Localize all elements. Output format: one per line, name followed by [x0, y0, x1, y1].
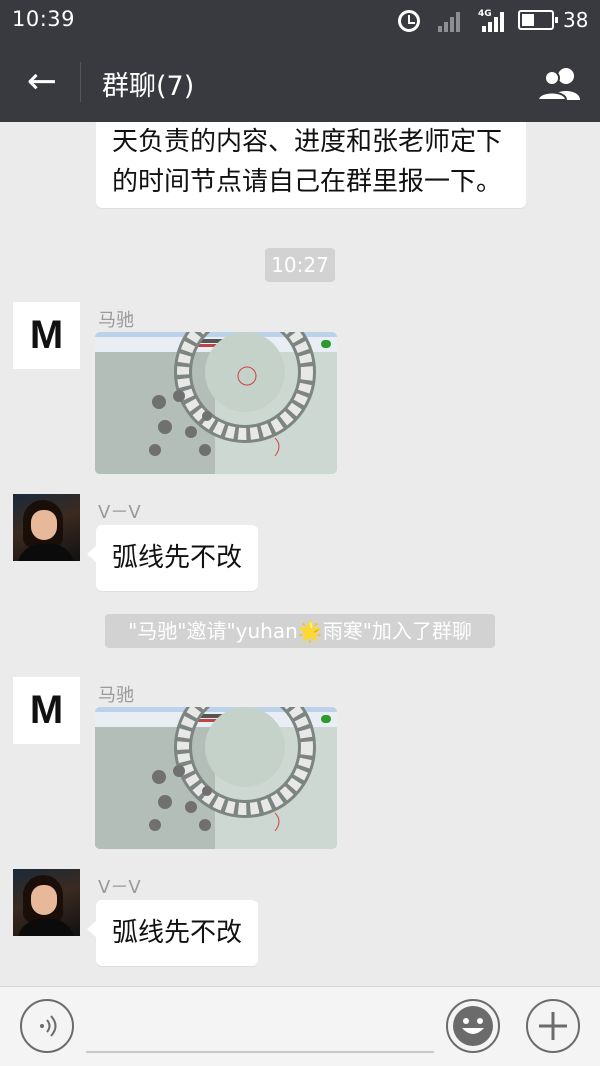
status-time: 10:39: [12, 7, 76, 31]
signal-sim1-icon: [438, 10, 464, 32]
avatar[interactable]: M: [13, 302, 80, 369]
sender-name: 马驰: [98, 685, 134, 706]
message-bubble[interactable]: 弧线先不改: [87, 900, 258, 966]
message-input[interactable]: [86, 1051, 434, 1053]
message-list[interactable]: 天负责的内容、进度和张老师定下的时间节点请自己在群里报一下。 10:27 M 马…: [0, 122, 600, 986]
signal-sim2-icon: [482, 10, 508, 32]
message-text: 弧线先不改: [112, 918, 243, 948]
emoji-icon[interactable]: [446, 999, 500, 1053]
image-message[interactable]: [95, 332, 337, 474]
message-bubble[interactable]: 弧线先不改: [87, 525, 258, 591]
message-bubble[interactable]: 天负责的内容、进度和张老师定下的时间节点请自己在群里报一下。: [96, 122, 526, 208]
floor-plan-image: [95, 332, 337, 474]
battery-icon: [518, 10, 558, 30]
avatar[interactable]: [13, 869, 80, 936]
floor-plan-image: [95, 707, 337, 849]
sender-name: 马驰: [98, 310, 134, 331]
avatar[interactable]: M: [13, 677, 80, 744]
system-message: "马驰"邀请"yuhan🌟雨寒"加入了群聊: [105, 614, 495, 648]
plus-icon[interactable]: [526, 999, 580, 1053]
image-message[interactable]: [95, 707, 337, 849]
timestamp: 10:27: [265, 248, 335, 282]
avatar[interactable]: [13, 494, 80, 561]
group-members-icon[interactable]: [536, 66, 584, 102]
message-text: 天负责的内容、进度和张老师定下的时间节点请自己在群里报一下。: [112, 127, 503, 197]
chat-header: ← 群聊(7): [0, 42, 600, 122]
message-text: 弧线先不改: [112, 543, 243, 573]
status-bar: 10:39 4G 38: [0, 0, 600, 42]
sender-name: V－V: [98, 877, 141, 898]
voice-icon[interactable]: [20, 999, 74, 1053]
header-divider: [80, 62, 81, 102]
sender-name: V－V: [98, 502, 141, 523]
chat-title: 群聊(7): [102, 71, 195, 102]
arrow-left-icon[interactable]: ←: [22, 62, 62, 102]
alarm-icon: [398, 10, 420, 32]
input-bar: [0, 986, 600, 1066]
battery-level: 38: [563, 8, 589, 32]
